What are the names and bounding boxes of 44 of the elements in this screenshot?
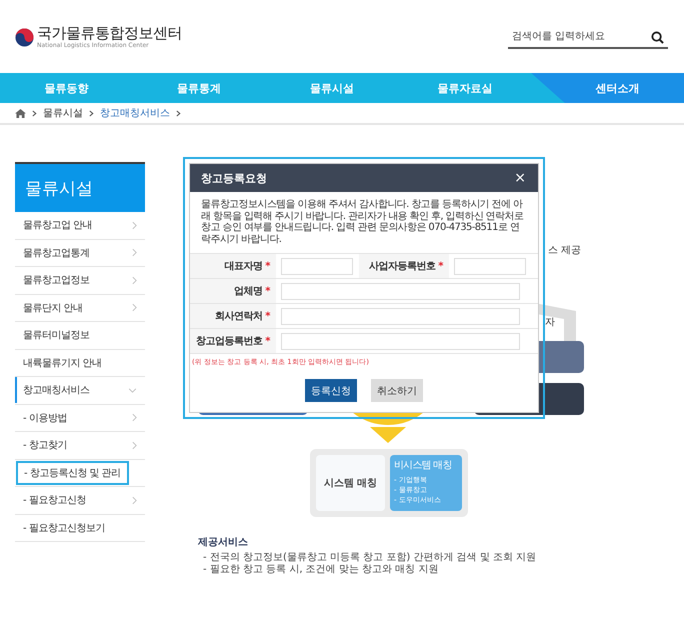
- sidebar-title: 물류시설: [15, 164, 145, 212]
- sidebar-item[interactable]: 내륙물류기지 안내: [15, 354, 108, 372]
- sidebar-item[interactable]: 물류단지 안내: [15, 298, 89, 317]
- sidebar-item[interactable]: - 필요창고신청보기: [15, 518, 111, 537]
- logo-emblem-icon: [15, 28, 34, 47]
- sidebar-item[interactable]: - 창고등록신청 및 관리: [16, 460, 129, 485]
- service-line: - 필요한 창고 등록 시, 조건에 맞는 창고와 매칭 지원: [202, 564, 440, 576]
- form-label: 회사연락처 *: [190, 304, 276, 328]
- breadcrumb-link[interactable]: 창고매칭서비스: [100, 106, 170, 120]
- close-button[interactable]: ×: [510, 170, 530, 186]
- modal-title: 창고등록요청: [201, 170, 267, 186]
- input-field[interactable]: [281, 332, 520, 350]
- service-line: - 전국의 창고정보(물류창고 미등록 창고 포함) 간편하게 검색 및 조회 지원: [202, 552, 538, 564]
- home-icon[interactable]: [15, 108, 26, 118]
- form-label: 창고업등록번호 *: [190, 329, 276, 353]
- card-title: 시스템 매칭: [324, 477, 378, 490]
- sidebar-item[interactable]: 창고매칭서비스: [15, 377, 96, 404]
- form-label: 업체명 *: [190, 279, 276, 303]
- diagram-text: 스 제공: [548, 244, 582, 257]
- sidebar-item[interactable]: - 필요창고신청: [15, 491, 92, 510]
- diagram-text: 자: [545, 316, 555, 329]
- logo-title: 국가물류통합정보센터: [37, 25, 182, 42]
- input-field[interactable]: [281, 282, 520, 300]
- chevron-icon: [32, 110, 37, 116]
- sidebar-item[interactable]: 물류터미널정보: [15, 326, 96, 344]
- submit-button[interactable]: 등록신청: [305, 379, 357, 402]
- card-title: 비시스템 매칭: [394, 459, 453, 473]
- input-field[interactable]: [281, 308, 520, 324]
- form-label: 대표자명 *: [190, 254, 276, 278]
- section-title: 제공서비스: [198, 536, 249, 549]
- sidebar-item[interactable]: - 창고찾기: [15, 436, 73, 454]
- form-label: 사업자등록번호 *: [359, 254, 449, 278]
- intro-paragraph: 물류창고정보시스템을 이용해 주셔서 감사합니다. 창고를 등록하시기 전에 아래 항목을 입력해 주시기 바랍니다. 관리자가 내용 확인 후, 입력하신 연락처로 창고 승인 여부를 안내드립니다. 입력 관련 문의사항은 070-4735-8511로 연락주시기 바랍니다.: [200, 198, 524, 246]
- sidebar-item[interactable]: - 이용방법: [15, 408, 73, 427]
- chevron-icon: [176, 110, 181, 116]
- breadcrumb-link[interactable]: 물류시설: [43, 106, 83, 120]
- sidebar-item[interactable]: 물류창고업통계: [15, 244, 96, 262]
- chevron-icon: [89, 110, 94, 116]
- cancel-button[interactable]: 취소하기: [371, 379, 423, 402]
- sidebar-item[interactable]: 물류창고업정보: [15, 271, 96, 290]
- input-field[interactable]: [281, 258, 353, 274]
- search-icon[interactable]: [651, 30, 664, 44]
- sidebar-item[interactable]: 물류창고업 안내: [15, 216, 98, 234]
- input-field[interactable]: [454, 258, 526, 274]
